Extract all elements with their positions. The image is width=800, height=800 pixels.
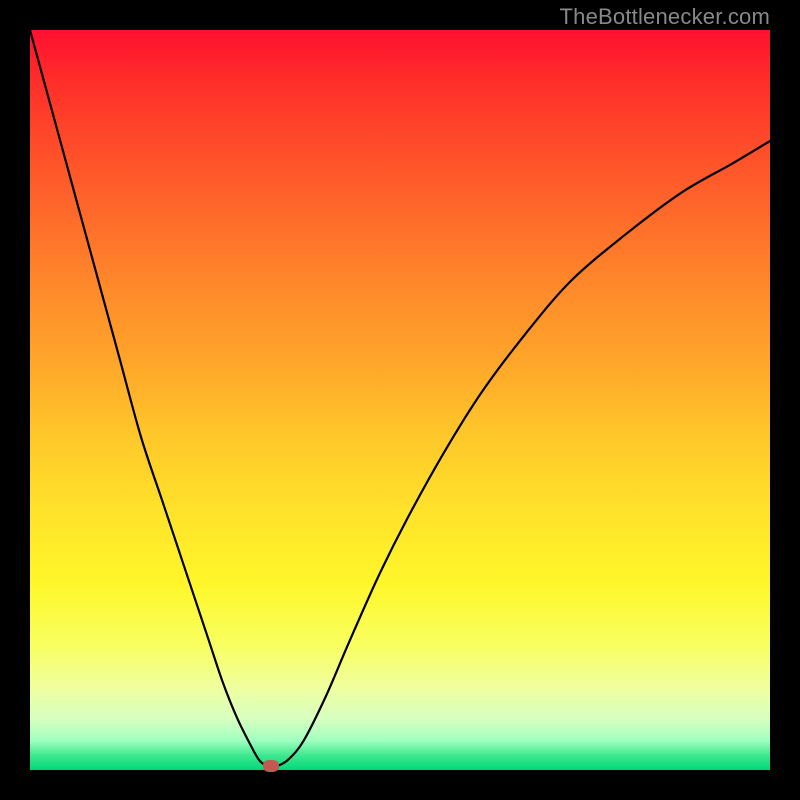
chart-frame: TheBottlenecker.com bbox=[0, 0, 800, 800]
bottleneck-curve bbox=[30, 30, 770, 766]
attribution-text: TheBottlenecker.com bbox=[560, 4, 770, 30]
minimum-marker bbox=[263, 760, 279, 772]
plot-area bbox=[30, 30, 770, 770]
curve-layer bbox=[30, 30, 770, 770]
